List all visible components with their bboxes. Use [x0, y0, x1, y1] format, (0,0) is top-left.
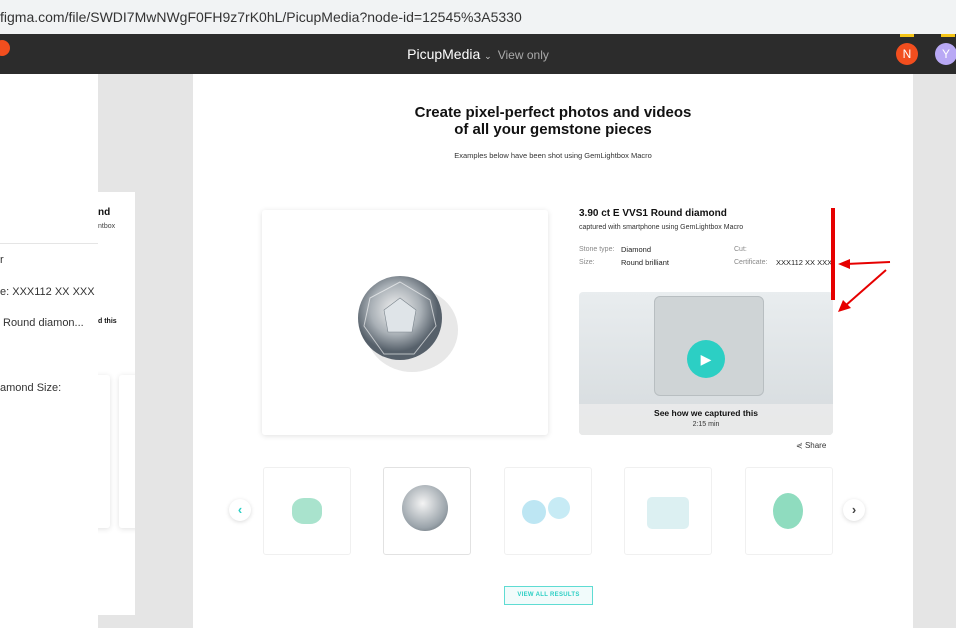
presence-bar: [900, 34, 914, 37]
play-icon[interactable]: ▶: [687, 340, 725, 378]
thumbnail[interactable]: [745, 467, 833, 555]
thumbnail[interactable]: [263, 467, 351, 555]
avatar[interactable]: Y: [935, 43, 956, 65]
gemstone-image: [647, 497, 689, 529]
gemstone-image: [522, 500, 546, 524]
size-value: Round brilliant: [621, 258, 669, 267]
file-name[interactable]: PicupMedia: [407, 46, 480, 62]
landing-frame: Create pixel-perfect photos and videos o…: [193, 74, 913, 628]
page-title: of all your gemstone pieces: [454, 121, 652, 138]
product-subtitle: captured with smartphone using GemLightb…: [579, 224, 744, 231]
share-label: Share: [804, 441, 827, 450]
view-mode: View only: [497, 48, 549, 62]
frame-text: Round diamon...: [3, 317, 84, 329]
main-image-card[interactable]: [262, 210, 548, 435]
thumbnail[interactable]: [383, 467, 471, 555]
carousel-next-button[interactable]: ›: [843, 499, 865, 521]
share-icon: ⋞: [796, 441, 803, 450]
thumb-card: [119, 375, 135, 528]
video-duration: 2:15 min: [692, 421, 720, 428]
frame-text: e: XXX112 XX XXX: [0, 286, 95, 298]
frame-text: d this: [98, 318, 117, 325]
gemstone-image: [548, 497, 570, 519]
carousel-prev-button[interactable]: ‹: [229, 499, 251, 521]
thumb-card: [98, 375, 110, 528]
frame-text: ntbox: [98, 223, 116, 230]
view-all-results-button[interactable]: VIEW ALL RESULTS: [504, 586, 593, 605]
frame-text: r: [0, 254, 4, 266]
gemstone-image: [773, 493, 803, 529]
share-button[interactable]: ⋞ Share: [796, 441, 826, 450]
cut-label: Cut:: [734, 246, 747, 253]
video-thumbnail[interactable]: ▶ See how we captured this 2:15 min: [579, 292, 833, 435]
avatar[interactable]: N: [896, 43, 918, 65]
size-label: Size:: [579, 259, 595, 266]
gemstone-image: [402, 485, 448, 531]
certificate-label: Certificate:: [734, 259, 768, 266]
frame-text: amond Size:: [0, 382, 62, 394]
product-title: 3.90 ct E VVS1 Round diamond: [579, 208, 727, 219]
video-caption: See how we captured this: [654, 408, 758, 418]
address-bar[interactable]: figma.com/file/SWDI7MwNWgF0FH9z7rK0hL/Pi…: [0, 0, 956, 34]
presence-bar: [941, 34, 955, 37]
frame-text: nd: [98, 207, 111, 218]
page-title: Create pixel-perfect photos and videos: [414, 104, 692, 121]
figma-toolbar: PicupMedia ⌄ View only N Y: [0, 34, 956, 74]
diamond-image: [358, 276, 458, 372]
thumbnail[interactable]: [504, 467, 592, 555]
page-subtitle: Examples below have been shot using GemL…: [454, 151, 652, 160]
second-frame: nd ntbox d this: [98, 192, 135, 615]
stone-type-value: Diamond: [621, 245, 652, 254]
stone-type-label: Stone type:: [579, 246, 615, 253]
left-frame: r e: XXX112 XX XXX Round diamon... amond…: [0, 74, 98, 628]
divider: [0, 243, 98, 244]
file-title[interactable]: PicupMedia ⌄ View only: [0, 34, 956, 74]
gemstone-image: [292, 498, 322, 524]
chevron-down-icon[interactable]: ⌄: [484, 51, 492, 61]
certificate-value: XXX112 XX XXX: [776, 258, 833, 267]
thumbnail[interactable]: [624, 467, 712, 555]
